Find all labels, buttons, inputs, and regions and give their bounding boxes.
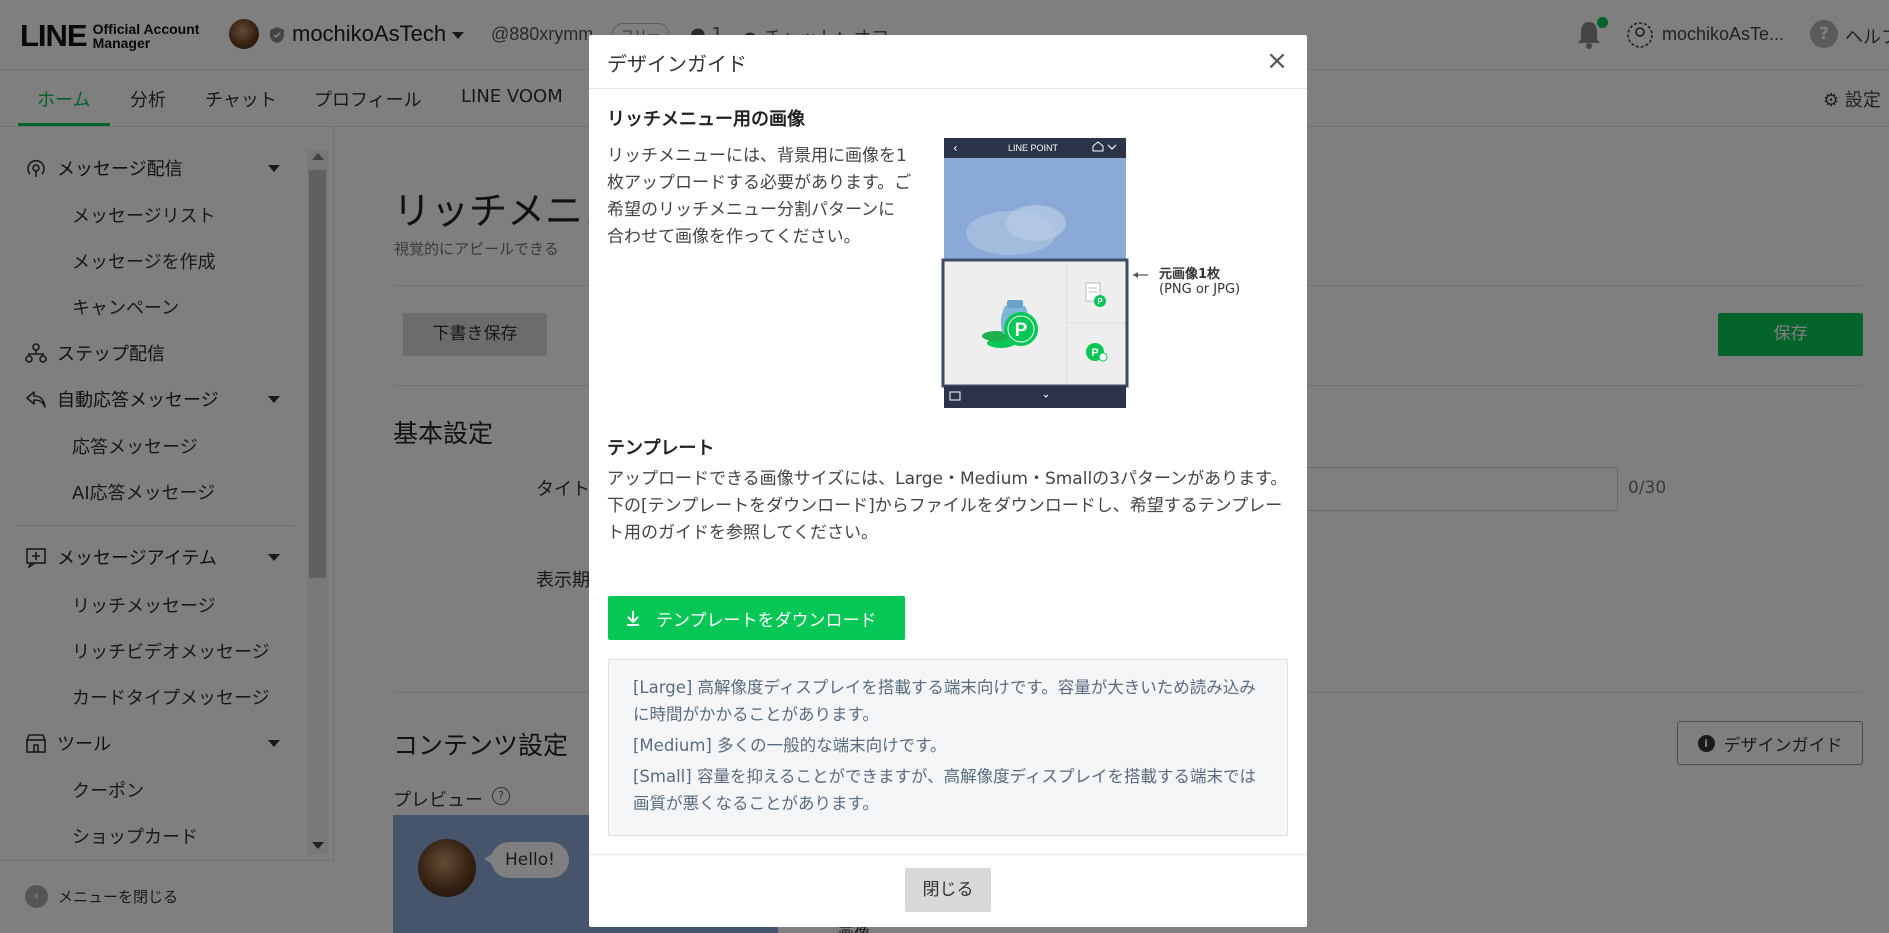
modal-header: デザインガイド × bbox=[589, 35, 1307, 89]
rich-menu-image-heading: リッチメニュー用の画像 bbox=[607, 109, 805, 130]
download-icon bbox=[627, 611, 639, 626]
svg-text:P: P bbox=[1015, 320, 1028, 341]
rich-menu-illustration: ‹ LINE POINT P P P bbox=[941, 138, 1148, 408]
svg-text:‹: ‹ bbox=[953, 141, 958, 155]
figure-header-text: LINE POINT bbox=[1008, 143, 1059, 153]
modal-title: デザインガイド bbox=[607, 52, 747, 76]
close-button[interactable]: 閉じる bbox=[905, 868, 991, 912]
size-note-large: [Large] 高解像度ディスプレイを搭載する端末向けです。容量が大きいため読み… bbox=[633, 678, 1256, 724]
template-description-download: 下の[テンプレートをダウンロード]からファイルをダウンロードし、希望するテンプレ… bbox=[607, 496, 1283, 543]
download-template-button[interactable]: テンプレートをダウンロード bbox=[608, 596, 905, 640]
design-guide-modal: デザインガイド × リッチメニュー用の画像 リッチメニューには、背景用に画像を1… bbox=[589, 35, 1307, 927]
size-note-small: [Small] 容量を抑えることができますが、高解像度ディスプレイを搭載する端末… bbox=[633, 767, 1256, 813]
figure-note-format: (PNG or JPG) bbox=[1159, 282, 1241, 297]
template-heading: テンプレート bbox=[607, 438, 715, 459]
template-description-sizes: アップロードできる画像サイズには、Large・Medium・Smallの3パター… bbox=[607, 469, 1288, 489]
size-info-box: [Large] 高解像度ディスプレイを搭載する端末向けです。容量が大きいため読み… bbox=[608, 659, 1288, 836]
rich-menu-image-description: リッチメニューには、背景用に画像を1枚アップロードする必要があります。ご希望のリ… bbox=[607, 146, 912, 247]
figure-note-title: 元画像1枚 bbox=[1159, 267, 1221, 282]
close-icon[interactable]: × bbox=[1262, 46, 1292, 76]
svg-text:P: P bbox=[1097, 297, 1103, 306]
size-note-medium: [Medium] 多くの一般的な端末向けです。 bbox=[633, 736, 947, 755]
modal-footer: 閉じる bbox=[589, 854, 1307, 927]
download-button-label: テンプレートをダウンロード bbox=[656, 610, 877, 631]
template-description: アップロードできる画像サイズには、Large・Medium・Smallの3パター… bbox=[607, 466, 1292, 547]
svg-text:P: P bbox=[1091, 347, 1098, 359]
